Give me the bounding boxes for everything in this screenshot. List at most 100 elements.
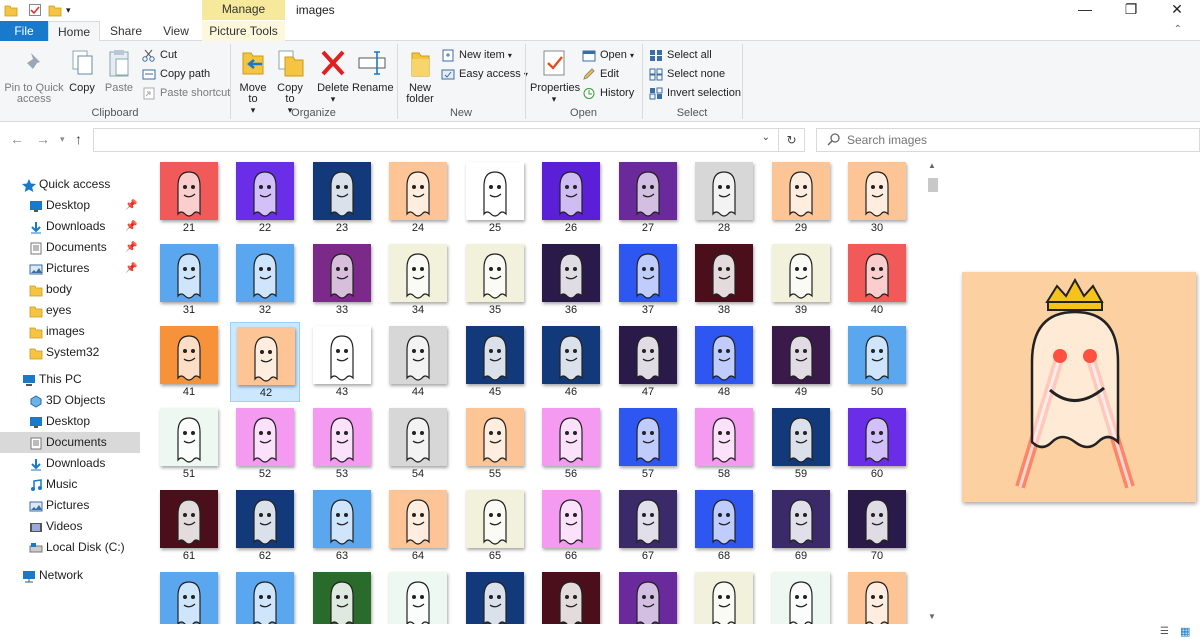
vertical-scrollbar[interactable]: ▲ ▼ (925, 158, 940, 624)
tab-file[interactable]: File (0, 21, 48, 41)
nav-network[interactable]: Network (0, 565, 140, 586)
file-tile[interactable]: 22 (230, 158, 300, 238)
file-tile[interactable]: 53 (307, 404, 377, 484)
file-tile[interactable]: 40 (842, 240, 912, 320)
nav-item-pc-3d-objects[interactable]: 3D Objects (0, 390, 140, 411)
close-button[interactable]: ✕ (1154, 0, 1200, 20)
delete-button[interactable]: Delete ▾ (316, 47, 350, 105)
refresh-icon[interactable]: ↻ (778, 129, 804, 151)
pin-icon[interactable]: 📌 (125, 237, 137, 258)
pin-icon[interactable]: 📌 (125, 216, 137, 237)
properties-quick-icon[interactable] (28, 3, 42, 17)
search-box[interactable] (816, 128, 1200, 152)
details-view-icon[interactable]: ☰ (1160, 626, 1169, 637)
file-tile[interactable] (460, 568, 530, 624)
file-tile[interactable]: 63 (307, 486, 377, 566)
scroll-down-icon[interactable]: ▼ (928, 612, 936, 621)
file-tile[interactable]: 38 (689, 240, 759, 320)
file-tile[interactable]: 49 (766, 322, 836, 402)
back-arrow-icon[interactable]: ← (10, 131, 24, 147)
file-tile[interactable]: 61 (154, 486, 224, 566)
file-tile[interactable]: 48 (689, 322, 759, 402)
file-tile[interactable]: 66 (536, 486, 606, 566)
customize-toolbar-icon[interactable]: ▾ (66, 3, 80, 17)
file-tile[interactable]: 52 (230, 404, 300, 484)
nav-item-qa-desktop[interactable]: Desktop 📌 (0, 195, 140, 216)
file-tile[interactable]: 65 (460, 486, 530, 566)
nav-item-qa-system32[interactable]: System32 (0, 342, 140, 363)
edit-button[interactable]: Edit (582, 66, 619, 84)
file-tile[interactable] (613, 568, 683, 624)
file-tile[interactable]: 56 (536, 404, 606, 484)
easy-access-button[interactable]: Easy access ▾ (441, 66, 528, 84)
file-tile[interactable]: 54 (383, 404, 453, 484)
file-tile[interactable]: 34 (383, 240, 453, 320)
paste-button[interactable]: Paste (102, 47, 136, 94)
new-item-button[interactable]: New item ▾ (441, 47, 512, 65)
file-tile[interactable]: 29 (766, 158, 836, 238)
file-tile[interactable]: 47 (613, 322, 683, 402)
collapse-ribbon-icon[interactable]: ⌃ (1174, 24, 1182, 35)
new-folder-button[interactable]: New folder (402, 47, 438, 105)
file-tile[interactable] (154, 568, 224, 624)
copy-to-button[interactable]: Copy to ▾ (274, 47, 306, 116)
nav-item-pc-downloads[interactable]: Downloads (0, 453, 140, 474)
copy-button[interactable]: Copy (66, 47, 98, 94)
file-tile[interactable] (536, 568, 606, 624)
file-tile[interactable]: 31 (154, 240, 224, 320)
pin-icon[interactable]: 📌 (125, 258, 137, 279)
pin-quick-access-button[interactable]: Pin to Quick access (4, 47, 64, 105)
file-tile[interactable]: 41 (154, 322, 224, 402)
nav-item-pc-desktop[interactable]: Desktop (0, 411, 140, 432)
file-tile[interactable]: 69 (766, 486, 836, 566)
file-tile[interactable]: 32 (230, 240, 300, 320)
file-tile[interactable]: 28 (689, 158, 759, 238)
file-tile[interactable]: 50 (842, 322, 912, 402)
nav-quick-access[interactable]: Quick access (0, 174, 140, 195)
nav-item-pc-pictures[interactable]: Pictures (0, 495, 140, 516)
pin-icon[interactable]: 📌 (125, 195, 137, 216)
file-tile[interactable]: 62 (230, 486, 300, 566)
file-tile[interactable]: 43 (307, 322, 377, 402)
rename-button[interactable]: Rename (352, 47, 394, 94)
cut-button[interactable]: Cut (142, 47, 177, 65)
nav-item-qa-images[interactable]: images (0, 321, 140, 342)
file-tile[interactable]: 55 (460, 404, 530, 484)
file-tile[interactable]: 51 (154, 404, 224, 484)
file-tile[interactable]: 59 (766, 404, 836, 484)
nav-item-qa-eyes[interactable]: eyes (0, 300, 140, 321)
tab-picture-tools[interactable]: Picture Tools (202, 21, 285, 41)
select-none-button[interactable]: Select none (649, 66, 725, 84)
nav-item-pc-videos[interactable]: Videos (0, 516, 140, 537)
invert-selection-button[interactable]: Invert selection (649, 85, 741, 103)
nav-item-qa-documents[interactable]: Documents 📌 (0, 237, 140, 258)
file-tile[interactable]: 46 (536, 322, 606, 402)
copy-path-button[interactable]: Copy path (142, 66, 210, 84)
move-to-button[interactable]: Move to ▾ (236, 47, 270, 116)
file-tile[interactable] (842, 568, 912, 624)
file-tile[interactable]: 26 (536, 158, 606, 238)
file-tile[interactable]: 27 (613, 158, 683, 238)
nav-item-qa-downloads[interactable]: Downloads 📌 (0, 216, 140, 237)
nav-this-pc[interactable]: This PC (0, 369, 140, 390)
up-arrow-icon[interactable]: ↑ (75, 131, 82, 147)
properties-button[interactable]: Properties ▾ (530, 47, 580, 105)
file-tile[interactable]: 58 (689, 404, 759, 484)
maximize-button[interactable]: ❐ (1108, 0, 1154, 20)
file-tile[interactable]: 70 (842, 486, 912, 566)
address-dropdown-icon[interactable]: ⌄ (762, 132, 770, 143)
file-tile[interactable] (307, 568, 377, 624)
nav-item-pc-documents[interactable]: Documents (0, 432, 140, 453)
file-tile[interactable]: 44 (383, 322, 453, 402)
file-tile[interactable]: 30 (842, 158, 912, 238)
file-tile[interactable]: 45 (460, 322, 530, 402)
file-tile[interactable]: 23 (307, 158, 377, 238)
file-tile[interactable]: 42 (230, 322, 300, 402)
file-tile[interactable]: 67 (613, 486, 683, 566)
file-tile[interactable]: 57 (613, 404, 683, 484)
file-tile[interactable]: 64 (383, 486, 453, 566)
tab-view[interactable]: View (152, 21, 200, 41)
scroll-up-icon[interactable]: ▲ (928, 161, 936, 170)
file-tile[interactable] (689, 568, 759, 624)
select-all-button[interactable]: Select all (649, 47, 712, 65)
